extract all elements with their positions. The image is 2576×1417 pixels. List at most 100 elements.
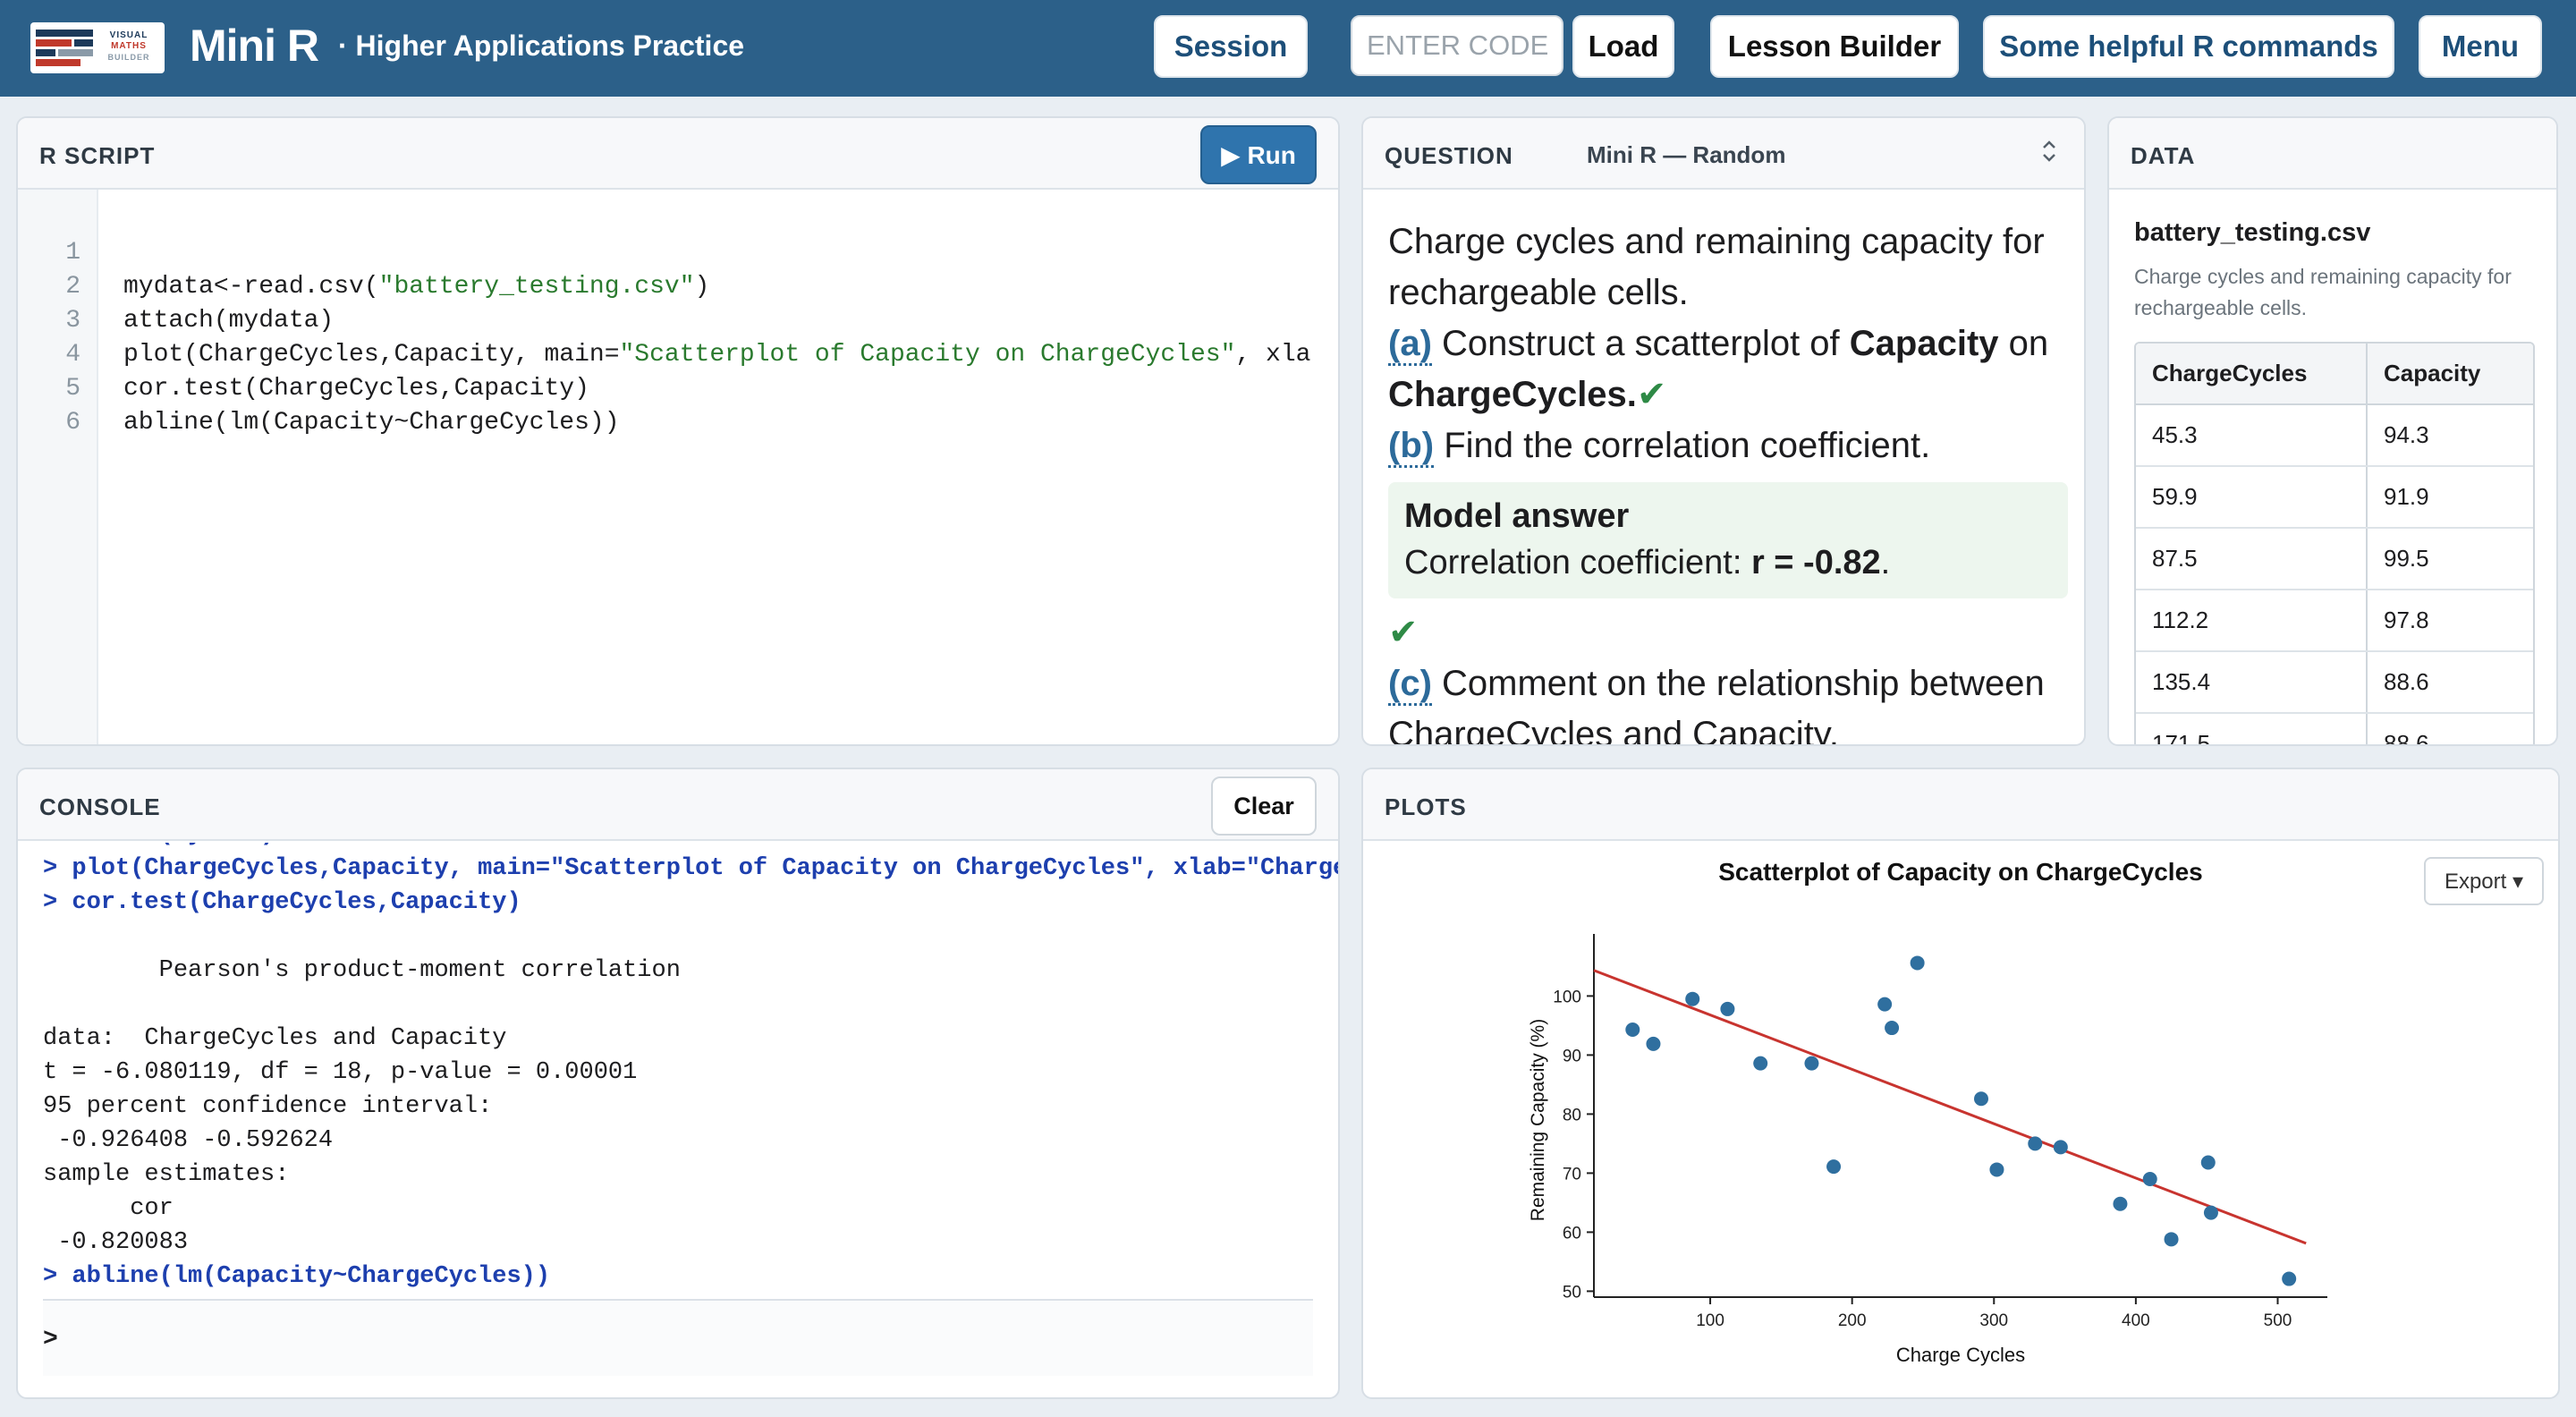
data-point (1826, 1159, 1842, 1175)
session-button[interactable]: Session (1154, 15, 1308, 78)
table-cell: 88.6 (2367, 651, 2533, 714)
menu-button[interactable]: Menu (2419, 15, 2542, 78)
logo-line-visual: VISUAL (109, 30, 148, 40)
x-tick-label: 300 (1979, 1311, 2008, 1330)
data-point (1804, 1056, 1819, 1071)
table-cell: 87.5 (2136, 528, 2368, 590)
code-line[interactable]: 2 attach(mydata) (18, 236, 1338, 335)
logo-text: VISUAL MATHS BUILDER (97, 30, 161, 63)
y-tick-label: 60 (1563, 1224, 1581, 1243)
question-header: QUESTION Mini R — Random (1363, 118, 2084, 190)
data-point (1625, 1022, 1640, 1038)
r-script-panel: R SCRIPT ▶ Run 1 mydata<-read.csv("batte… (16, 116, 1340, 746)
data-point (2282, 1271, 2297, 1286)
data-point (1973, 1091, 1988, 1107)
console-line: > abline(lm(Capacity~ChargeCycles)) (43, 1263, 551, 1290)
table-row: 45.3 94.3 (2136, 404, 2533, 467)
part-a-label[interactable]: (a) (1388, 324, 1432, 366)
question-title: QUESTION (1385, 142, 1513, 169)
console-line: t = -6.080119, df = 18, p-value = 0.0000… (43, 1059, 638, 1086)
code-line[interactable]: 6 (18, 372, 1338, 437)
console-line: Pearson's product-moment correlation (43, 957, 681, 984)
code-editor[interactable]: 1 mydata<-read.csv("battery_testing.csv"… (18, 202, 1338, 437)
app-title: Mini R (190, 21, 319, 71)
table-row: 112.2 97.8 (2136, 590, 2533, 652)
question-panel: QUESTION Mini R — Random Charge cycles a… (1361, 116, 2086, 746)
table-cell: 97.8 (2367, 590, 2533, 652)
code-line[interactable]: 4 cor.test(ChargeCycles,Capacity) (18, 304, 1338, 403)
code-line[interactable]: 3 plot(ChargeCycles,Capacity, main="Scat… (18, 270, 1338, 369)
r-script-header: R SCRIPT ▶ Run (18, 118, 1338, 190)
table-cell: 171.5 (2136, 713, 2368, 744)
data-panel: DATA battery_testing.csv Charge cycles a… (2107, 116, 2558, 746)
model-answer-title: Model answer (1404, 497, 1630, 535)
code-text: abline(lm(Capacity~ChargeCycles)) (123, 409, 620, 437)
console-title: CONSOLE (39, 793, 161, 820)
y-tick-label: 80 (1563, 1106, 1581, 1124)
x-tick-label: 200 (1838, 1311, 1867, 1330)
lesson-builder-button[interactable]: Lesson Builder (1710, 15, 1959, 78)
plots-title: PLOTS (1385, 793, 1467, 820)
question-body: Charge cycles and remaining capacity for… (1388, 216, 2068, 746)
line-number: 6 (65, 409, 80, 437)
table-cell: 45.3 (2136, 404, 2368, 467)
logo-line-builder: BUILDER (107, 53, 150, 62)
table-row: 59.9 91.9 (2136, 466, 2533, 529)
y-tick-label: 70 (1563, 1165, 1581, 1184)
console-line: 95 percent confidence interval: (43, 1093, 493, 1120)
table-cell: 112.2 (2136, 590, 2368, 652)
y-tick-label: 90 (1563, 1047, 1581, 1065)
visual-maths-builder-logo: VISUAL MATHS BUILDER (30, 22, 165, 73)
y-tick-label: 50 (1563, 1283, 1581, 1302)
question-intro: Charge cycles and remaining capacity for… (1388, 222, 2045, 312)
enter-code-input[interactable] (1351, 15, 1563, 76)
data-description: Charge cycles and remaining capacity for… (2134, 265, 2512, 319)
table-cell: 135.4 (2136, 651, 2368, 714)
data-point (1753, 1056, 1768, 1071)
code-line[interactable]: 1 mydata<-read.csv("battery_testing.csv"… (18, 202, 1338, 301)
regression-line (1593, 969, 2307, 1245)
model-answer-text: Correlation coefficient: r = -0.82. (1404, 544, 1891, 581)
data-point (1885, 1021, 1900, 1036)
table-row: 171.5 88.6 (2136, 713, 2533, 744)
table-cell: 91.9 (2367, 466, 2533, 529)
helpful-r-commands-button[interactable]: Some helpful R commands (1983, 15, 2394, 78)
app-subtitle: · Higher Applications Practice (338, 30, 745, 62)
part-c-label[interactable]: (c) (1388, 664, 1432, 706)
chevron-up-down-icon[interactable] (2041, 138, 2057, 170)
console-output[interactable]: > attach(mydata) > plot(ChargeCycles,Cap… (43, 843, 1338, 1317)
logo-bars-icon (36, 30, 93, 66)
part-b-label[interactable]: (b) (1388, 426, 1435, 468)
chart-title: Scatterplot of Capacity on ChargeCycles (1718, 858, 2202, 886)
data-point (1685, 991, 1700, 1006)
console-line: > attach(mydata) (43, 843, 1338, 852)
question-selector[interactable]: Mini R — Random (1587, 141, 1785, 169)
data-point (2164, 1232, 2179, 1247)
column-header: Capacity (2367, 344, 2533, 405)
question-part-b: (b) Find the correlation coefficient. (1388, 420, 2068, 471)
data-point (2113, 1196, 2128, 1211)
check-icon: ✔ (1636, 375, 1667, 414)
load-button[interactable]: Load (1572, 15, 1674, 78)
console-line: -0.926408 -0.592624 (43, 1127, 334, 1154)
console-line: -0.820083 (43, 1229, 189, 1256)
logo-line-maths: MATHS (111, 41, 147, 51)
code-line[interactable]: 5 abline(lm(Capacity~ChargeCycles)) (18, 338, 1338, 437)
data-header: DATA (2109, 118, 2556, 190)
console-line: > plot(ChargeCycles,Capacity, main="Scat… (43, 855, 1338, 882)
x-tick-label: 500 (2264, 1311, 2292, 1330)
console-line: > cor.test(ChargeCycles,Capacity) (43, 889, 521, 916)
clear-button[interactable]: Clear (1211, 776, 1317, 836)
console-line: cor (43, 1195, 174, 1222)
data-table[interactable]: ChargeCycles Capacity 45.3 94.3 59.9 91.9 … (2134, 342, 2535, 744)
table-cell: 59.9 (2136, 466, 2368, 529)
console-input[interactable]: > (43, 1299, 1313, 1376)
run-button[interactable]: ▶ Run (1200, 125, 1317, 184)
question-part-c: (c) Comment on the relationship between … (1388, 664, 2045, 746)
data-point (1910, 955, 1925, 971)
y-tick-label: 100 (1553, 988, 1581, 1006)
model-answer-box: Model answer Correlation coefficient: r … (1388, 482, 2068, 598)
x-tick-label: 100 (1696, 1311, 1724, 1330)
